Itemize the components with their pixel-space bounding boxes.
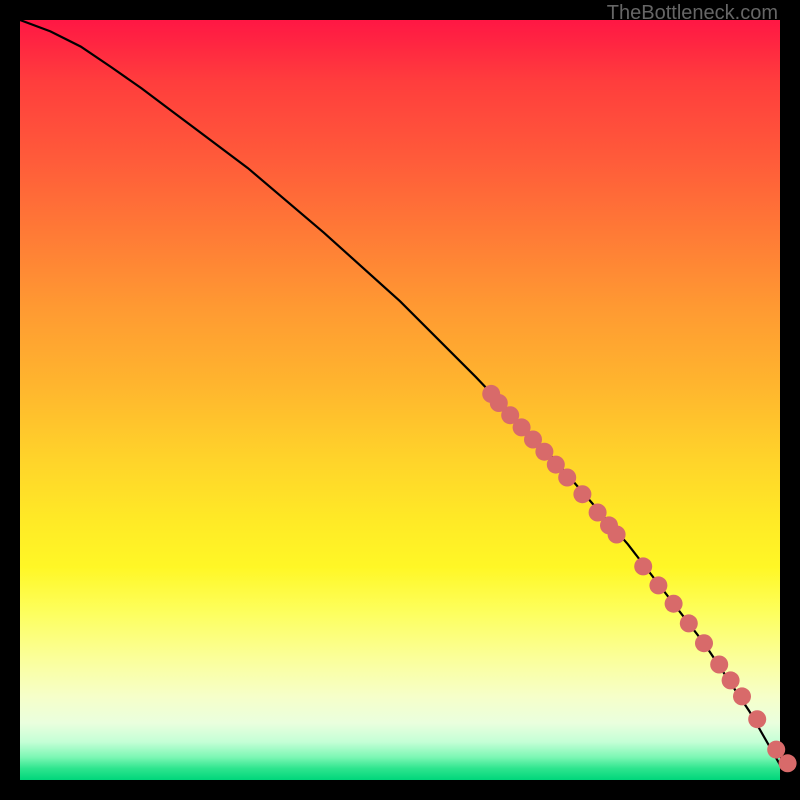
scatter-dot xyxy=(665,595,683,613)
scatter-dots xyxy=(482,385,796,772)
scatter-dot xyxy=(733,687,751,705)
scatter-dot xyxy=(748,710,766,728)
scatter-dot xyxy=(722,671,740,689)
chart-stage: TheBottleneck.com xyxy=(0,0,800,800)
curve-line xyxy=(20,20,780,765)
scatter-dot xyxy=(710,656,728,674)
chart-area xyxy=(20,20,780,780)
scatter-dot xyxy=(779,754,797,772)
scatter-dot xyxy=(573,485,591,503)
scatter-dot xyxy=(634,557,652,575)
scatter-dot xyxy=(558,469,576,487)
chart-svg xyxy=(20,20,780,780)
scatter-dot xyxy=(608,526,626,544)
scatter-dot xyxy=(649,576,667,594)
scatter-dot xyxy=(680,614,698,632)
scatter-dot xyxy=(695,634,713,652)
